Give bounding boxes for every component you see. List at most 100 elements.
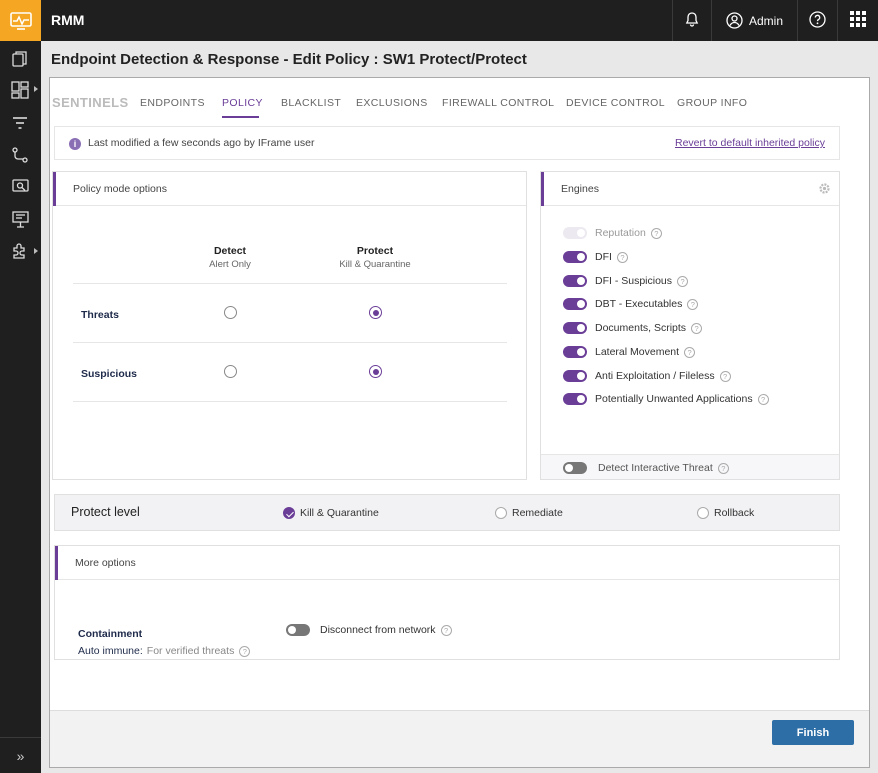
active-tab-indicator: [222, 116, 259, 118]
admin-menu-button[interactable]: Admin: [710, 0, 797, 41]
engine-label: Potentially Unwanted Applications: [595, 393, 753, 405]
disconnect-network-row: Disconnect from network ?: [286, 623, 452, 637]
card-accent-bar: [53, 172, 56, 206]
help-icon[interactable]: ?: [650, 227, 662, 239]
engine-label: Anti Exploitation / Fileless: [595, 370, 715, 382]
protect-column-header: Protect Kill & Quarantine: [320, 245, 430, 270]
tab-sentinels[interactable]: SENTINELS: [52, 95, 129, 110]
top-bar: RMM Admin: [0, 0, 878, 41]
suspicious-detect-radio[interactable]: [224, 365, 237, 378]
help-icon: [809, 10, 826, 31]
help-icon[interactable]: ?: [677, 275, 689, 287]
help-icon[interactable]: ?: [757, 393, 769, 405]
tab-firewall-control[interactable]: FIREWALL CONTROL: [442, 97, 554, 109]
lateral-movement-toggle[interactable]: [563, 346, 587, 358]
suspicious-row-label: Suspicious: [81, 368, 138, 380]
expand-sidebar-button[interactable]: »: [0, 737, 41, 773]
help-icon[interactable]: ?: [687, 298, 699, 310]
dfi-suspicious-toggle[interactable]: [563, 275, 587, 287]
tab-group-info[interactable]: GROUP INFO: [677, 97, 747, 109]
rail-expand-arrow-icon: [34, 248, 38, 254]
disconnect-network-toggle[interactable]: [286, 624, 310, 636]
protect-level-kill-quarantine[interactable]: Kill & Quarantine: [283, 507, 379, 519]
divider: [73, 401, 507, 402]
disconnect-network-label: Disconnect from network: [320, 624, 436, 636]
last-modified-text: Last modified a few seconds ago by IFram…: [88, 137, 315, 149]
help-icon[interactable]: ?: [719, 370, 731, 382]
policy-panel: SENTINELS ENDPOINTS POLICY BLACKLIST EXC…: [49, 77, 870, 768]
tab-endpoints[interactable]: ENDPOINTS: [140, 97, 205, 109]
revert-policy-link[interactable]: Revert to default inherited policy: [675, 137, 825, 149]
last-modified-notice: i Last modified a few seconds ago by IFr…: [54, 126, 840, 160]
rail-presentation-icon[interactable]: [10, 209, 30, 229]
engine-label: DBT - Executables: [595, 298, 683, 310]
help-icon[interactable]: ?: [691, 322, 703, 334]
apps-grid-button[interactable]: [837, 0, 878, 41]
detect-column-header: Detect Alert Only: [190, 245, 270, 270]
rollback-radio[interactable]: [697, 507, 709, 519]
engine-anti-exploitation: Anti Exploitation / Fileless ?: [563, 369, 731, 383]
protect-subheading: Kill & Quarantine: [339, 259, 411, 270]
documents-scripts-toggle[interactable]: [563, 322, 587, 334]
finish-button[interactable]: Finish: [772, 720, 854, 745]
rail-expand-arrow-icon: [34, 86, 38, 92]
suspicious-protect-radio[interactable]: [369, 365, 382, 378]
admin-label: Admin: [748, 13, 783, 28]
gear-icon[interactable]: [818, 182, 831, 195]
protect-level-bar: Protect level Kill & Quarantine Remediat…: [54, 494, 840, 531]
containment-label: Containment: [78, 628, 143, 640]
tab-bar: SENTINELS ENDPOINTS POLICY BLACKLIST EXC…: [50, 78, 869, 126]
rail-devices-icon[interactable]: [10, 49, 30, 69]
notifications-button[interactable]: [671, 0, 711, 41]
detect-subheading: Alert Only: [209, 259, 251, 270]
rail-filter-icon[interactable]: [10, 113, 30, 133]
option-label: Remediate: [512, 507, 563, 519]
apps-grid-icon: [850, 11, 866, 30]
detect-interactive-threat-toggle[interactable]: [563, 462, 587, 474]
rail-workflow-icon[interactable]: [10, 145, 30, 165]
bell-icon: [684, 11, 700, 30]
option-label: Kill & Quarantine: [300, 507, 379, 519]
footer-bar: Finish: [50, 710, 869, 767]
help-icon[interactable]: ?: [239, 645, 251, 657]
tab-device-control[interactable]: DEVICE CONTROL: [566, 97, 665, 109]
tab-policy[interactable]: POLICY: [222, 97, 263, 109]
engines-header: Engines: [541, 172, 839, 206]
engines-footer: Detect Interactive Threat ?: [541, 454, 839, 479]
threats-protect-radio[interactable]: [369, 306, 382, 319]
help-icon[interactable]: ?: [440, 624, 452, 636]
rail-dashboard-icon[interactable]: [10, 80, 30, 100]
card-accent-bar: [541, 172, 544, 206]
tab-exclusions[interactable]: EXCLUSIONS: [356, 97, 428, 109]
rmm-logo-icon[interactable]: [0, 0, 41, 41]
rail-search-monitor-icon[interactable]: [10, 177, 30, 197]
tab-blacklist[interactable]: BLACKLIST: [281, 97, 341, 109]
engine-label: DFI: [595, 251, 612, 263]
detect-heading: Detect: [213, 245, 247, 257]
threats-detect-radio[interactable]: [224, 306, 237, 319]
pua-toggle[interactable]: [563, 393, 587, 405]
remediate-radio[interactable]: [495, 507, 507, 519]
left-nav-rail: »: [0, 41, 41, 773]
dbt-executables-toggle[interactable]: [563, 298, 587, 310]
protect-level-remediate[interactable]: Remediate: [495, 507, 563, 519]
policy-mode-title: Policy mode options: [73, 183, 167, 195]
kill-quarantine-radio[interactable]: [283, 507, 295, 519]
rail-integrations-icon[interactable]: [10, 241, 30, 261]
policy-mode-card: Policy mode options Detect Alert Only Pr…: [52, 171, 527, 480]
engine-pua: Potentially Unwanted Applications ?: [563, 392, 769, 406]
more-options-header: More options: [55, 546, 839, 580]
card-accent-bar: [55, 546, 58, 580]
protect-level-rollback[interactable]: Rollback: [697, 507, 754, 519]
help-icon[interactable]: ?: [717, 462, 729, 474]
auto-immune-value: For verified threats: [146, 645, 235, 657]
help-icon[interactable]: ?: [684, 346, 696, 358]
engines-title: Engines: [561, 183, 599, 195]
app-title: RMM: [51, 12, 85, 28]
help-icon[interactable]: ?: [616, 251, 628, 263]
engines-card: Engines Reputation ? DFI ? DFI - Suspici…: [540, 171, 840, 480]
anti-exploitation-toggle[interactable]: [563, 370, 587, 382]
dfi-toggle[interactable]: [563, 251, 587, 263]
protect-level-label: Protect level: [71, 505, 140, 519]
help-button[interactable]: [797, 0, 837, 41]
